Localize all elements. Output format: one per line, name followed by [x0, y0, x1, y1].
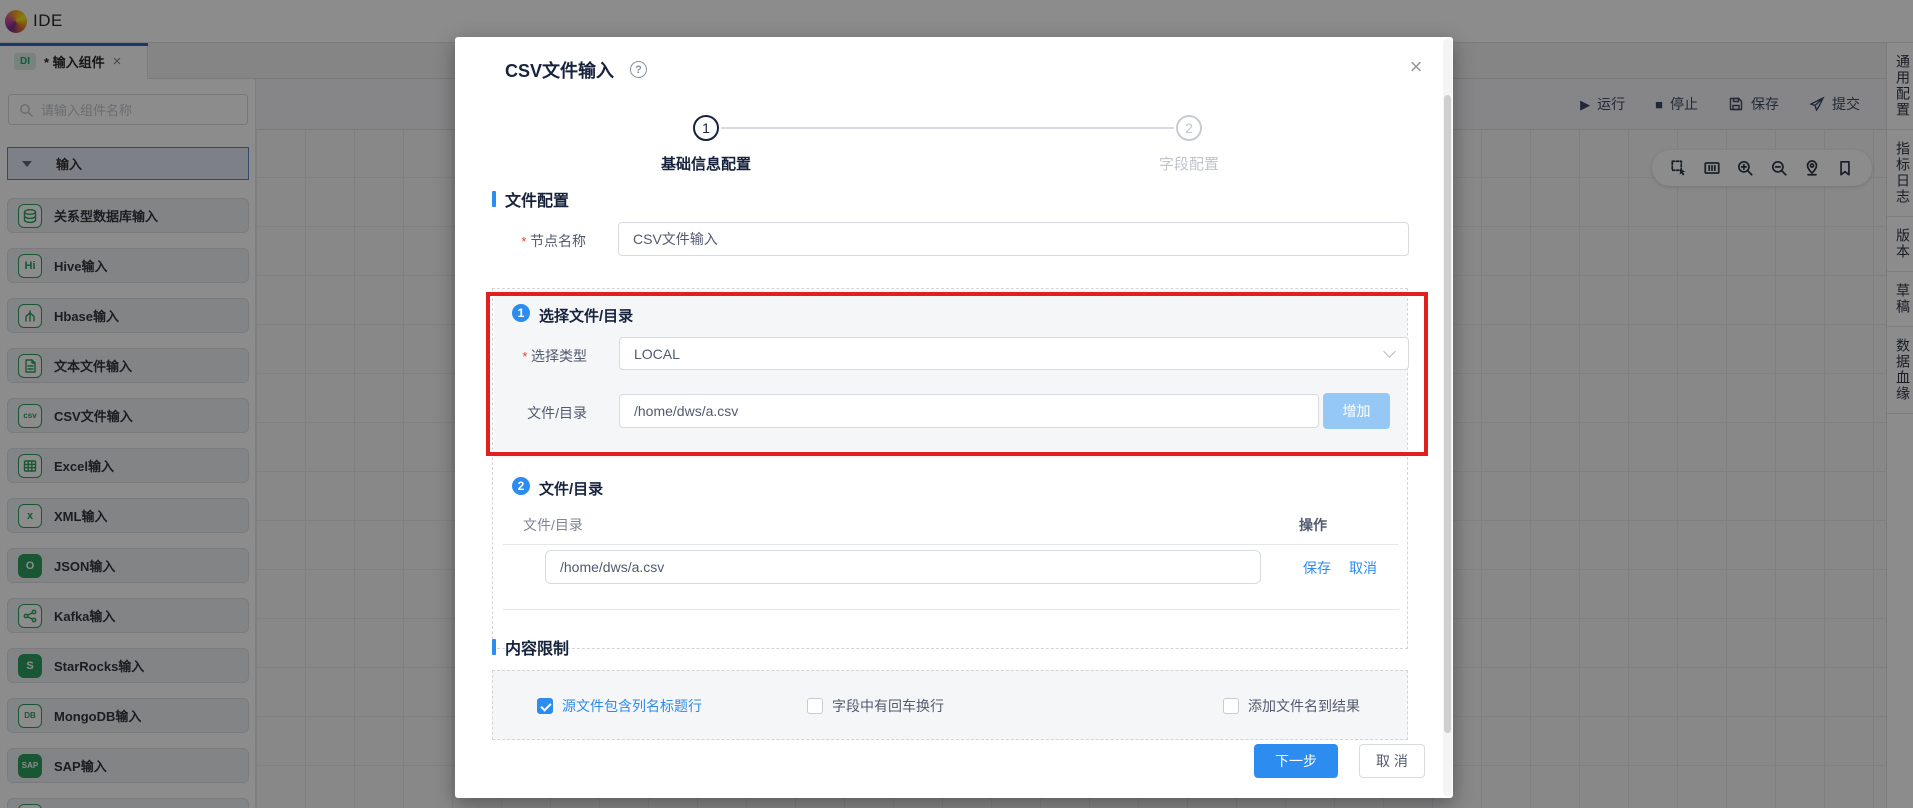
section-file-config: 文件配置: [492, 187, 569, 211]
stepper-connector: [721, 127, 1174, 129]
step-1-label: 基础信息配置: [606, 153, 806, 174]
table-row-divider: [503, 609, 1399, 610]
dir-table-title: 文件/目录: [539, 478, 603, 499]
step-2-circle: 2: [1176, 115, 1202, 141]
next-step-button[interactable]: 下一步: [1254, 744, 1338, 778]
cancel-link[interactable]: 取消: [1349, 558, 1377, 578]
modal-title: CSV文件输入: [505, 57, 614, 83]
table-divider: [503, 544, 1399, 545]
checkbox-unchecked-icon[interactable]: [807, 698, 823, 714]
step-badge-2: 2: [512, 477, 530, 495]
step-1-circle: 1: [693, 115, 719, 141]
section-bar: [492, 191, 496, 207]
checkbox-append-filename[interactable]: 添加文件名到结果: [1223, 696, 1360, 716]
section-bar: [492, 639, 496, 655]
scrollbar-thumb[interactable]: [1444, 95, 1451, 733]
section-content-limit: 内容限制: [492, 635, 569, 659]
col-header-action: 操作: [1299, 515, 1327, 535]
checkbox-unchecked-icon[interactable]: [1223, 698, 1239, 714]
checkbox-checked-icon[interactable]: [537, 698, 553, 714]
step-2-label: 字段配置: [1089, 153, 1289, 174]
help-icon[interactable]: ?: [630, 61, 647, 78]
cancel-button[interactable]: 取 消: [1359, 744, 1425, 778]
node-name-label: 节点名称: [492, 231, 586, 251]
content-limit-panel: 源文件包含列名标题行 字段中有回车换行 添加文件名到结果: [492, 670, 1408, 740]
node-name-input[interactable]: [618, 222, 1409, 256]
annotation-red-box: [486, 292, 1428, 456]
col-header-path: 文件/目录: [523, 515, 583, 535]
checkbox-linebreak[interactable]: 字段中有回车换行: [807, 696, 944, 716]
scrollbar-track[interactable]: [1443, 39, 1452, 796]
checkbox-header-row[interactable]: 源文件包含列名标题行: [537, 696, 702, 716]
dir-row-input[interactable]: [545, 550, 1261, 584]
ide-app: IDE DI * 输入组件 × 请输入组件名称 输入 关系型数据库输入 Hi H…: [0, 0, 1913, 808]
close-icon[interactable]: ×: [1403, 55, 1429, 81]
save-link[interactable]: 保存: [1303, 558, 1331, 578]
